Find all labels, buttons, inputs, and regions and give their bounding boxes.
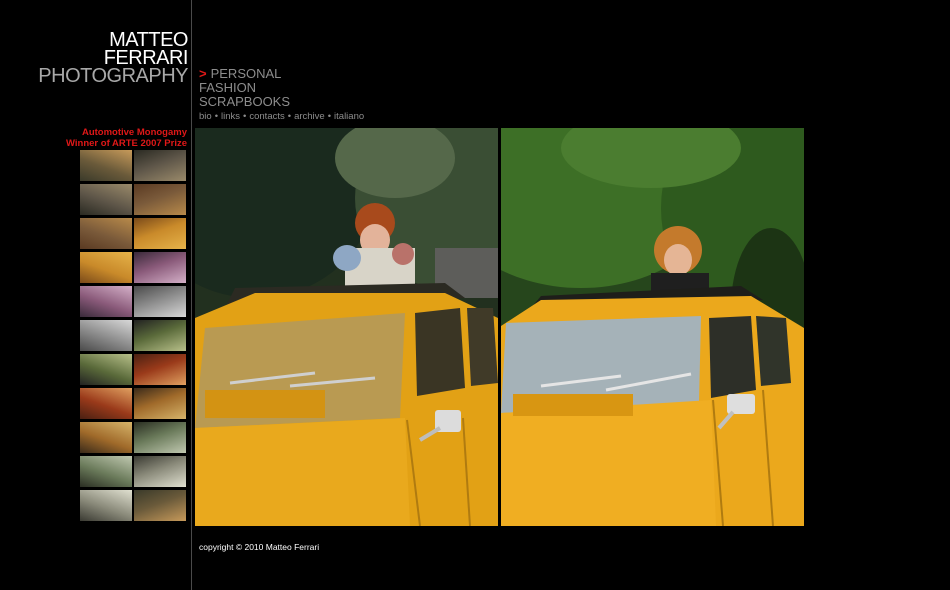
- secondary-links: bio • links • contacts • archive • italiano: [199, 111, 364, 122]
- link-contacts[interactable]: contacts: [249, 111, 284, 122]
- thumbnail-image[interactable]: [80, 184, 132, 215]
- link-italiano[interactable]: italiano: [334, 111, 364, 122]
- thumbnail-image[interactable]: [80, 388, 132, 419]
- thumbnail-row: [80, 354, 186, 385]
- thumbnail-image[interactable]: [134, 150, 186, 181]
- link-archive[interactable]: archive: [294, 111, 325, 122]
- main-photo-left: [195, 128, 498, 526]
- thumbnail-row: [80, 184, 186, 215]
- link-links[interactable]: links: [221, 111, 240, 122]
- thumbnail-image[interactable]: [134, 388, 186, 419]
- main-photo-right: [501, 128, 804, 526]
- thumbnail-image[interactable]: [134, 218, 186, 249]
- thumbnail-row: [80, 286, 186, 317]
- thumbnail-image[interactable]: [134, 456, 186, 487]
- thumbnail-row: [80, 388, 186, 419]
- thumbnail-image[interactable]: [80, 150, 132, 181]
- thumbnail-row: [80, 150, 186, 181]
- link-bio[interactable]: bio: [199, 111, 212, 122]
- thumbnail-row: [80, 252, 186, 283]
- thumbnail-image[interactable]: [80, 422, 132, 453]
- nav-item-personal[interactable]: > PERSONAL: [199, 67, 290, 81]
- thumbnail-row: [80, 456, 186, 487]
- nav-item-label: PERSONAL: [210, 66, 282, 81]
- link-separator: •: [214, 111, 219, 122]
- thumbnail-image[interactable]: [80, 320, 132, 351]
- thumbnail-image[interactable]: [134, 286, 186, 317]
- thumbnail-image[interactable]: [80, 490, 132, 521]
- vertical-divider: [191, 0, 192, 590]
- thumbnail-image[interactable]: [80, 456, 132, 487]
- thumbnail-row: [80, 490, 186, 521]
- thumbnail-image[interactable]: [134, 320, 186, 351]
- thumbnail-image[interactable]: [80, 218, 132, 249]
- thumbnail-image[interactable]: [134, 354, 186, 385]
- thumbnail-image[interactable]: [80, 354, 132, 385]
- link-separator: •: [287, 111, 292, 122]
- prize-title: Automotive Monogamy: [81, 127, 187, 138]
- photo-right-image: [501, 128, 804, 526]
- thumbnail-image[interactable]: [80, 286, 132, 317]
- prize-caption: Automotive Monogamy Winner of ARTE 2007 …: [66, 127, 187, 149]
- thumbnail-image[interactable]: [134, 490, 186, 521]
- nav-active-arrow-icon: >: [199, 66, 207, 81]
- thumbnail-grid: [80, 150, 186, 524]
- prize-subtitle: Winner of ARTE 2007 Prize: [66, 138, 187, 149]
- link-separator: •: [243, 111, 247, 122]
- site-logo[interactable]: MATTEO FERRARI PHOTOGRAPHY: [38, 30, 188, 87]
- thumbnail-image[interactable]: [80, 252, 132, 283]
- thumbnail-image[interactable]: [134, 422, 186, 453]
- nav-item-scrapbooks[interactable]: SCRAPBOOKS: [199, 95, 290, 109]
- thumbnail-row: [80, 218, 186, 249]
- logo-line-3: PHOTOGRAPHY: [38, 65, 188, 87]
- thumbnail-image[interactable]: [134, 252, 186, 283]
- thumbnail-row: [80, 320, 186, 351]
- main-nav: > PERSONAL FASHION SCRAPBOOKS: [199, 67, 290, 109]
- nav-item-fashion[interactable]: FASHION: [199, 81, 290, 95]
- link-separator: •: [327, 111, 332, 122]
- thumbnail-image[interactable]: [134, 184, 186, 215]
- thumbnail-row: [80, 422, 186, 453]
- photo-left-image: [195, 128, 498, 526]
- copyright-text: copyright © 2010 Matteo Ferrari: [199, 542, 320, 552]
